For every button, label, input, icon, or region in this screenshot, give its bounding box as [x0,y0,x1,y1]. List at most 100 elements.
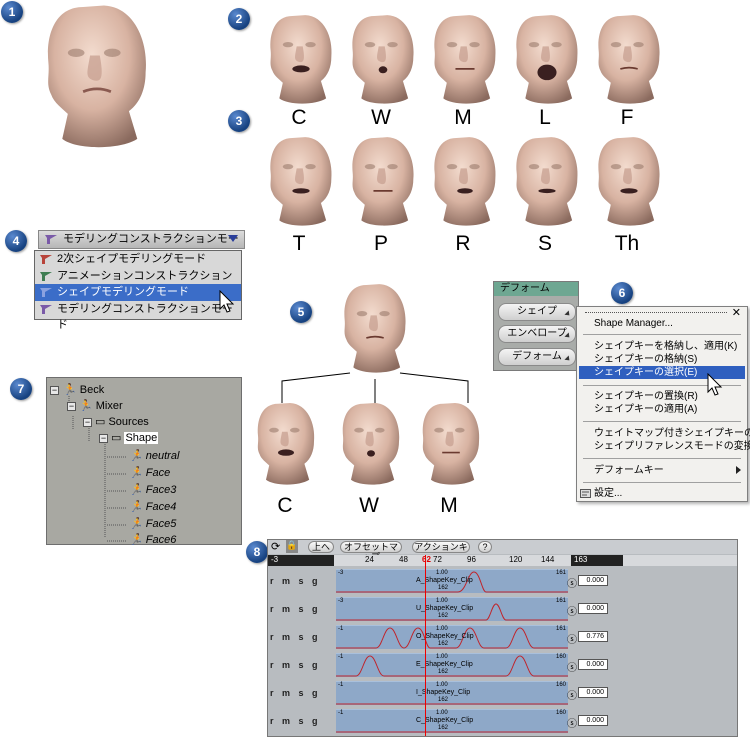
viseme-label-f: F [620,106,634,129]
offset-map-button[interactable]: オフセットマップ [340,541,402,562]
menu-item-store-apply[interactable]: シェイプキーを格納し、適用(K) [594,340,737,353]
help-button[interactable]: ? [478,541,492,553]
mode-icon [40,271,52,281]
menu-item-weight-map-adjust[interactable]: ウェイトマップ付きシェイプキーの調整 [594,427,750,440]
clip-start-label: -1 [338,626,344,632]
viseme-head-s [516,137,578,226]
mode-menu-item[interactable]: アニメーションコンストラクションモード [35,268,241,298]
tear-off-line[interactable] [585,312,727,313]
chevron-down-icon[interactable] [228,235,238,242]
step-marker-2: 2 [228,8,250,30]
playhead[interactable] [425,555,426,736]
shape-clip[interactable]: -1 160 1.00 I_ShapeKey_Clip 162 [336,681,568,705]
menu-item-store[interactable]: シェイプキーの格納(S) [594,353,697,366]
tree-node-face3[interactable]: 🏃 Face3 [129,483,176,497]
track-control-buttons[interactable]: r m s g [270,604,321,614]
track-control-buttons[interactable]: r m s g [270,576,321,586]
shape-button[interactable]: シェイプ [498,303,576,321]
menu-item-apply[interactable]: シェイプキーの適用(A) [594,403,697,416]
track-weight-field[interactable]: 0.000 [578,715,608,726]
collapse-toggle[interactable]: − [50,386,59,395]
range-end-field[interactable]: 163 [571,555,623,566]
track-control-buttons[interactable]: r m s g [270,688,321,698]
track-control-buttons[interactable]: r m s g [270,716,321,726]
viseme-label-s: S [537,232,552,255]
track-control-buttons[interactable]: r m s g [270,632,321,642]
up-button[interactable]: 上へ [308,541,334,553]
shape-clip[interactable]: -3 161 1.00 A_ShapeKey_Clip 162 [336,569,568,593]
timeline-ruler[interactable]: -3 24 48 72 96 120 144 62 163 [268,555,737,566]
curve-icon[interactable]: ⓢ [567,715,577,730]
track-weight-field[interactable]: 0.000 [578,575,608,586]
mode-menu-item[interactable]: モデリングコンストラクションモード [35,301,241,331]
mixer-track: r m s g -1 160 1.00 C_ShapeKey_Clip 162 ⓢ 0.000 [268,708,737,734]
curve-icon[interactable]: ⓢ [567,575,577,590]
track-control-buttons[interactable]: r m s g [270,660,321,670]
step-marker-7: 7 [10,378,32,400]
tree-node-face6[interactable]: 🏃 Face6 [129,533,176,547]
mixer-track: r m s g -3 161 1.00 U_ShapeKey_Clip 162 ⓢ 0.000 [268,596,737,622]
clip-length-label: 162 [438,697,449,703]
tree-node-face[interactable]: 🏃 Face [129,466,170,480]
shape-clip[interactable]: -3 161 1.00 U_ShapeKey_Clip 162 [336,597,568,621]
collapse-toggle[interactable]: − [83,418,92,427]
tree-node-sources[interactable]: ▭ Sources [95,415,149,429]
track-weight-field[interactable]: 0.000 [578,603,608,614]
tree-node-face4[interactable]: 🏃 Face4 [129,500,176,514]
close-icon[interactable]: ✕ [732,306,741,319]
refresh-icon[interactable]: ⟳ [271,540,280,553]
curve-icon[interactable]: ⓢ [567,659,577,674]
mode-icon [40,288,52,297]
ruler-tick: 96 [467,555,476,564]
mouse-cursor-icon [707,373,723,396]
menu-item-deform-key[interactable]: デフォームキー [594,464,664,477]
step-marker-4: 4 [5,230,27,252]
menu-item-select-shape-key[interactable]: シェイプキーの選択(E) [594,366,697,379]
mixer-track: r m s g -1 160 1.00 E_ShapeKey_Clip 162 ⓢ 0.000 [268,652,737,678]
menu-item-reference-mode[interactable]: シェイプリファレンスモードの変換(V)... [594,440,750,453]
clip-length-label: 162 [438,585,449,591]
clip-start-label: -1 [338,654,344,660]
track-weight-field[interactable]: 0.000 [578,687,608,698]
mode-menu-item[interactable]: 2次シェイプモデリングモード [35,251,241,268]
shape-clip[interactable]: -1 160 1.00 E_ShapeKey_Clip 162 [336,653,568,677]
menu-item-settings[interactable]: 設定... [594,487,622,500]
clip-start-label: -1 [338,710,344,716]
shape-clip[interactable]: -1 161 1.00 O_ShapeKey_Clip 162 [336,625,568,649]
curve-icon[interactable]: ⓢ [567,631,577,646]
tree-node-shape[interactable]: ▭ Shape [111,431,159,445]
shape-clip[interactable]: -1 160 1.00 C_ShapeKey_Clip 162 [336,709,568,733]
collapse-toggle[interactable]: − [67,402,76,411]
deform-button[interactable]: デフォーム [498,348,576,366]
settings-icon [580,489,591,498]
collapse-toggle[interactable]: − [99,434,108,443]
current-frame-label: 62 [422,555,431,564]
lock-icon[interactable]: 🔒 [286,540,298,553]
mode-menu-item-selected[interactable]: シェイプモデリングモード [35,284,241,301]
clip-weight-label: 1.00 [436,682,448,688]
track-weight-field[interactable]: 0.776 [578,631,608,642]
range-start-field[interactable]: -3 [268,555,334,566]
viseme-head-r [434,137,496,226]
tree-node-mixer[interactable]: 🏃 Mixer [79,399,123,413]
clip-end-label: 160 [555,710,566,716]
viseme-head-c [270,15,332,104]
tree-node-face5[interactable]: 🏃 Face5 [129,517,176,531]
mode-dropdown[interactable]: モデリングコンストラクションモード [38,230,245,262]
menu-item-shape-manager[interactable]: Shape Manager... [594,317,673,330]
envelope-button[interactable]: エンベロープ [498,325,576,343]
viseme-label-r: R [455,232,471,255]
ruler-tick: 24 [365,555,374,564]
track-weight-field[interactable]: 0.000 [578,659,608,670]
menu-item-replace[interactable]: シェイプキーの置換(R) [594,390,698,403]
shape-label-w: W [359,494,379,517]
curve-icon[interactable]: ⓢ [567,687,577,702]
tree-node-neutral[interactable]: 🏃 neutral [129,449,179,463]
tree-node-beck[interactable]: 🏃 Beck [63,383,104,397]
clip-start-label: -3 [338,570,344,576]
tree-node-label: Mixer [95,400,123,412]
action-key-button[interactable]: アクションキー [412,541,470,562]
curve-icon[interactable]: ⓢ [567,603,577,618]
mixer-track: r m s g -3 161 1.00 A_ShapeKey_Clip 162 ⓢ 0.000 [268,568,737,594]
mode-menu-item-label: シェイプモデリングモード [57,286,189,298]
